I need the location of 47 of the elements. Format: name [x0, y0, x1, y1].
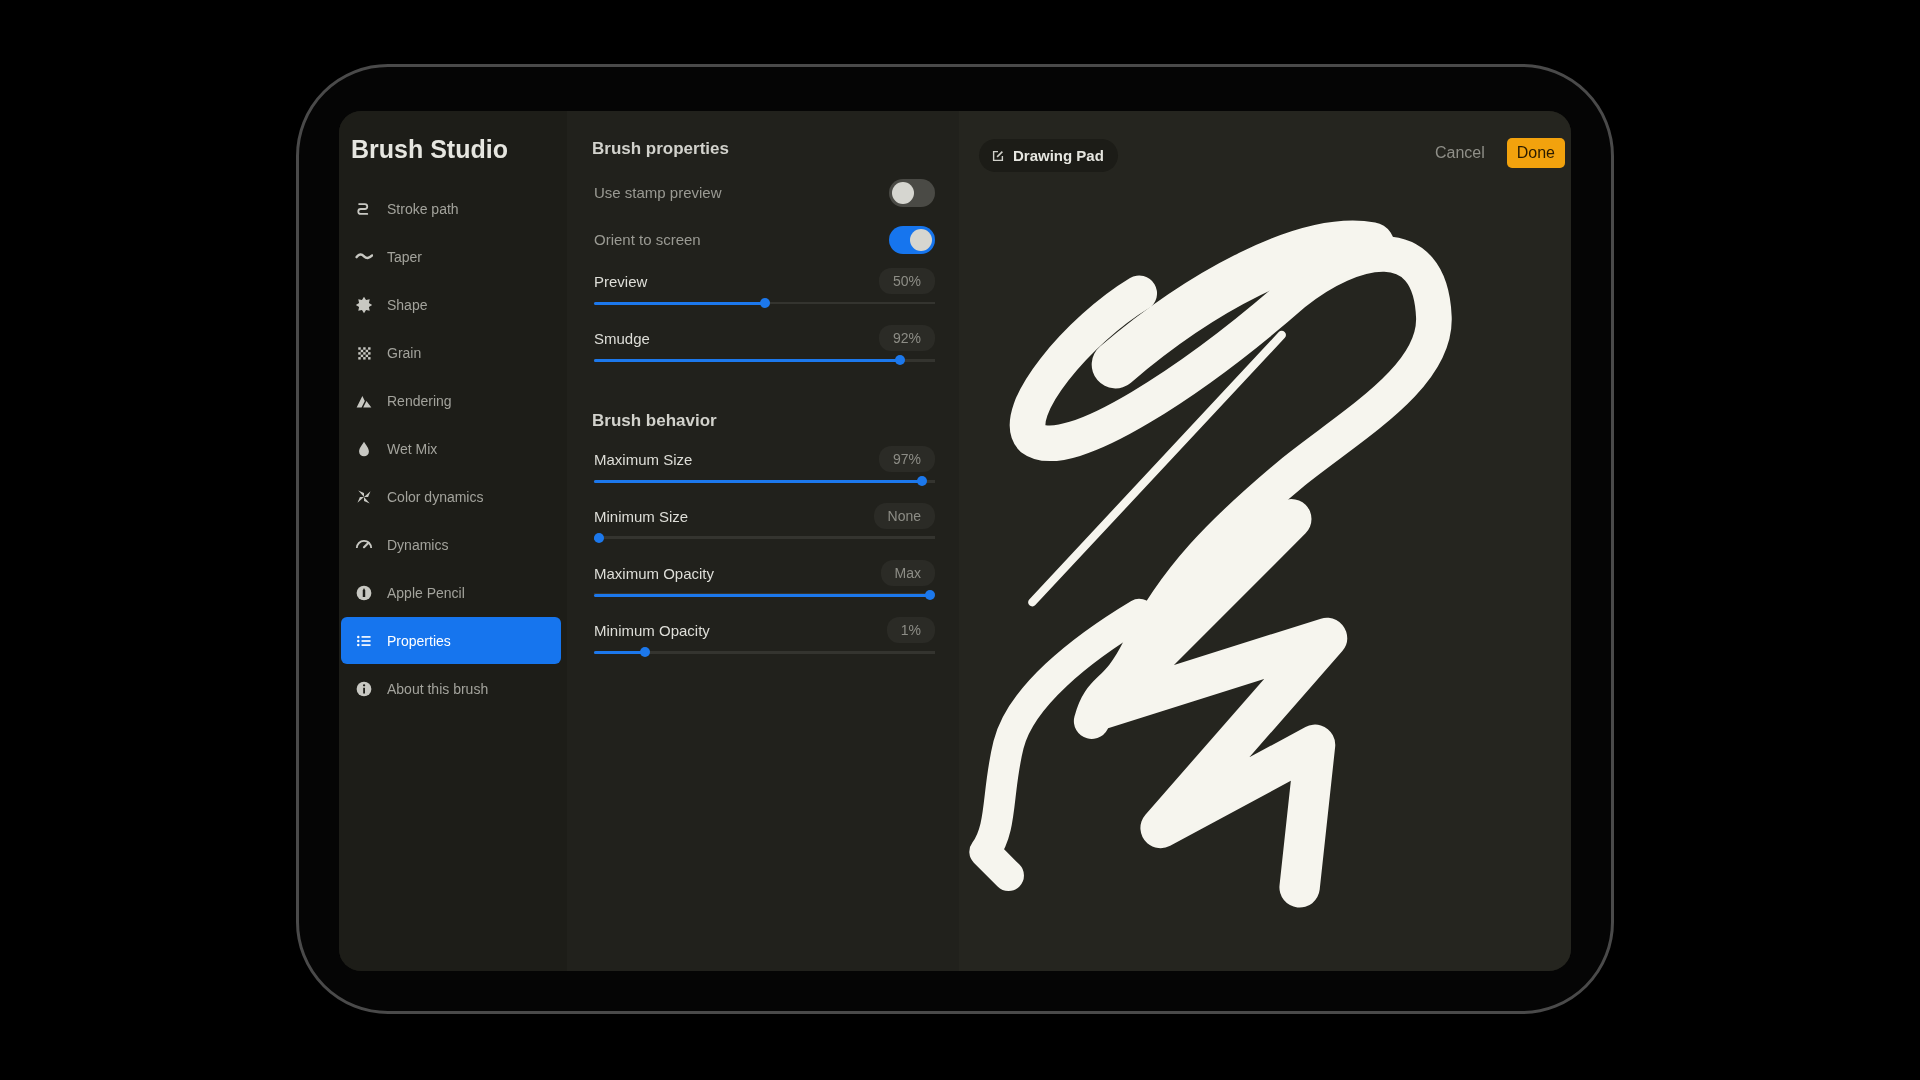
drawing-pad[interactable]: Drawing Pad Cancel Done [959, 111, 1571, 971]
edit-icon [991, 148, 1005, 163]
setting-label: Orient to screen [594, 231, 701, 248]
done-button[interactable]: Done [1506, 137, 1565, 168]
section-heading: Brush behavior [592, 411, 718, 431]
value-badge: 92% [878, 325, 935, 351]
slider-track[interactable] [594, 590, 935, 600]
slider-thumb[interactable] [594, 533, 604, 543]
sidebar-title: Brush Studio [350, 134, 509, 165]
value-badge: None [873, 503, 935, 529]
value-badge: 50% [878, 268, 935, 294]
gauge-icon [355, 540, 373, 549]
drawing-pad-title[interactable]: Drawing Pad [979, 139, 1118, 172]
value-badge: 1% [886, 617, 935, 643]
section-heading: Brush properties [592, 139, 730, 159]
sidebar-item[interactable]: Taper [341, 233, 561, 280]
pencil-circle-icon [355, 583, 373, 602]
setting-label: Minimum Opacity [594, 621, 710, 639]
setting-label: Maximum Size [594, 450, 693, 468]
info-icon [355, 679, 373, 698]
wave-icon [355, 252, 373, 261]
cancel-button[interactable]: Cancel [1426, 139, 1493, 166]
slider-thumb[interactable] [759, 298, 770, 308]
slider-thumb[interactable] [640, 647, 651, 657]
setting-label: Preview [594, 272, 648, 290]
toggle-switch[interactable] [889, 178, 935, 207]
setting-label: Use stamp preview [594, 184, 722, 201]
setting-label: Maximum Opacity [594, 564, 715, 582]
sidebar-item[interactable]: Wet Mix [341, 425, 561, 472]
slider-thumb[interactable] [895, 355, 906, 365]
value-badge: Max [880, 560, 935, 586]
sidebar-item[interactable]: Color dynamics [341, 473, 561, 520]
sidebar-item[interactable]: Apple Pencil [341, 569, 561, 616]
sidebar-item[interactable]: Grain [341, 329, 561, 376]
sidebar-item[interactable]: Properties [341, 617, 561, 664]
slider-thumb[interactable] [916, 476, 927, 486]
slider-thumb[interactable] [925, 590, 935, 600]
sidebar-item[interactable]: About this brush [341, 665, 561, 712]
value-badge: 97% [878, 446, 935, 472]
sidebar-item[interactable]: Dynamics [341, 521, 561, 568]
star-icon [355, 295, 373, 314]
setting-label: Minimum Size [594, 507, 689, 525]
setting-label: Smudge [594, 329, 650, 347]
toggle-switch[interactable] [889, 225, 935, 254]
sidebar-item[interactable]: Rendering [341, 377, 561, 424]
sidebar-item[interactable]: Shape [341, 281, 561, 328]
sidebar-item[interactable]: Stroke path [341, 185, 561, 232]
